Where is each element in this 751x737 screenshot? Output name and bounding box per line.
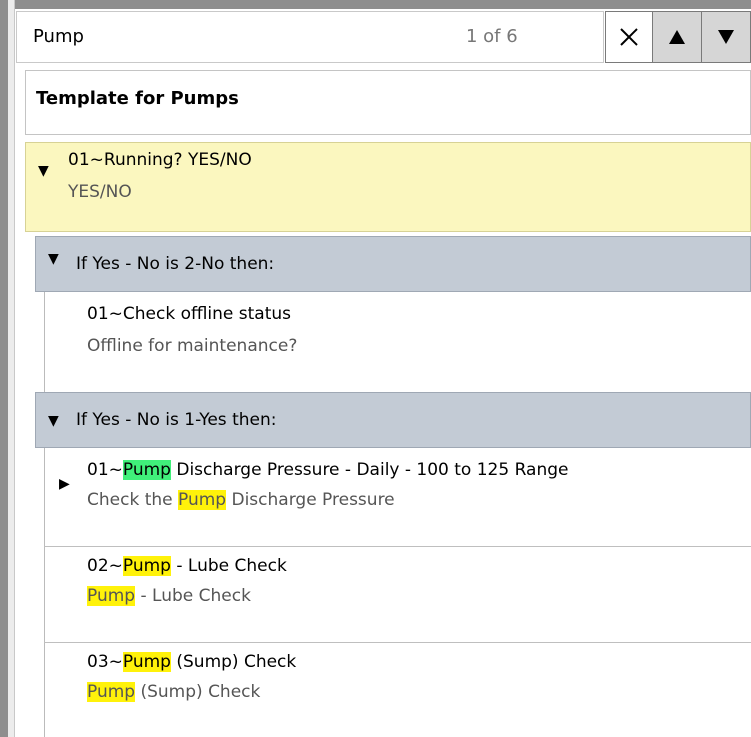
item-subtitle: Offline for maintenance? xyxy=(87,336,298,356)
match-highlight: Pump xyxy=(87,682,136,702)
branch-header-yes[interactable]: ▼ If Yes - No is 1-Yes then: xyxy=(35,392,751,448)
next-match-button[interactable] xyxy=(701,11,751,63)
tree-gutter xyxy=(8,0,15,737)
question-title: 01~Running? YES/NO xyxy=(68,150,252,170)
item-subtitle: Pump (Sump) Check xyxy=(87,682,261,702)
close-icon xyxy=(620,28,638,46)
match-highlight: Pump xyxy=(122,652,171,672)
search-query: Pump xyxy=(33,26,84,47)
expand-triangle-icon[interactable]: ▼ xyxy=(48,413,59,429)
list-item[interactable]: 02~Pump - Lube Check Pump - Lube Check xyxy=(45,546,751,642)
item-divider xyxy=(44,546,751,547)
match-highlight: Pump xyxy=(87,586,136,606)
item-subtitle: Check the Pump Discharge Pressure xyxy=(87,490,395,510)
match-highlight: Pump xyxy=(122,556,171,576)
expand-triangle-icon[interactable]: ▼ xyxy=(38,163,49,179)
question-answer-type: YES/NO xyxy=(68,182,132,202)
template-header: Template for Pumps xyxy=(25,70,751,135)
arrow-down-icon xyxy=(718,30,734,44)
branch-body-yes: ▶ 01~Pump Discharge Pressure - Daily - 1… xyxy=(44,448,751,737)
list-item[interactable]: 01~Check offline status Offline for main… xyxy=(45,292,751,392)
item-title: 01~Pump Discharge Pressure - Daily - 100… xyxy=(87,460,569,480)
window-frame-top xyxy=(0,0,751,9)
match-count: 1 of 6 xyxy=(466,26,518,47)
item-title: 01~Check offline status xyxy=(87,304,292,324)
item-title: 03~Pump (Sump) Check xyxy=(87,652,297,672)
expand-triangle-icon[interactable]: ▼ xyxy=(48,251,59,267)
clear-search-button[interactable] xyxy=(605,11,653,63)
item-subtitle: Pump - Lube Check xyxy=(87,586,251,606)
list-item[interactable]: ▶ 01~Pump Discharge Pressure - Daily - 1… xyxy=(45,448,751,546)
item-divider xyxy=(44,642,751,643)
branch-body-no: 01~Check offline status Offline for main… xyxy=(44,292,751,392)
match-highlight: Pump xyxy=(178,490,227,510)
branch-label: If Yes - No is 1-Yes then: xyxy=(76,410,277,430)
item-title: 02~Pump - Lube Check xyxy=(87,556,287,576)
window-frame-left xyxy=(0,0,8,737)
question-node[interactable]: ▼ 01~Running? YES/NO YES/NO xyxy=(25,142,751,232)
arrow-up-icon xyxy=(669,30,685,44)
current-match-highlight: Pump xyxy=(122,460,171,480)
list-item[interactable]: 03~Pump (Sump) Check Pump (Sump) Check xyxy=(45,642,751,737)
template-title: Template for Pumps xyxy=(36,88,239,109)
collapse-triangle-icon[interactable]: ▶ xyxy=(59,476,70,492)
previous-match-button[interactable] xyxy=(652,11,702,63)
branch-header-no[interactable]: ▼ If Yes - No is 2-No then: xyxy=(35,236,751,292)
branch-label: If Yes - No is 2-No then: xyxy=(76,254,275,274)
